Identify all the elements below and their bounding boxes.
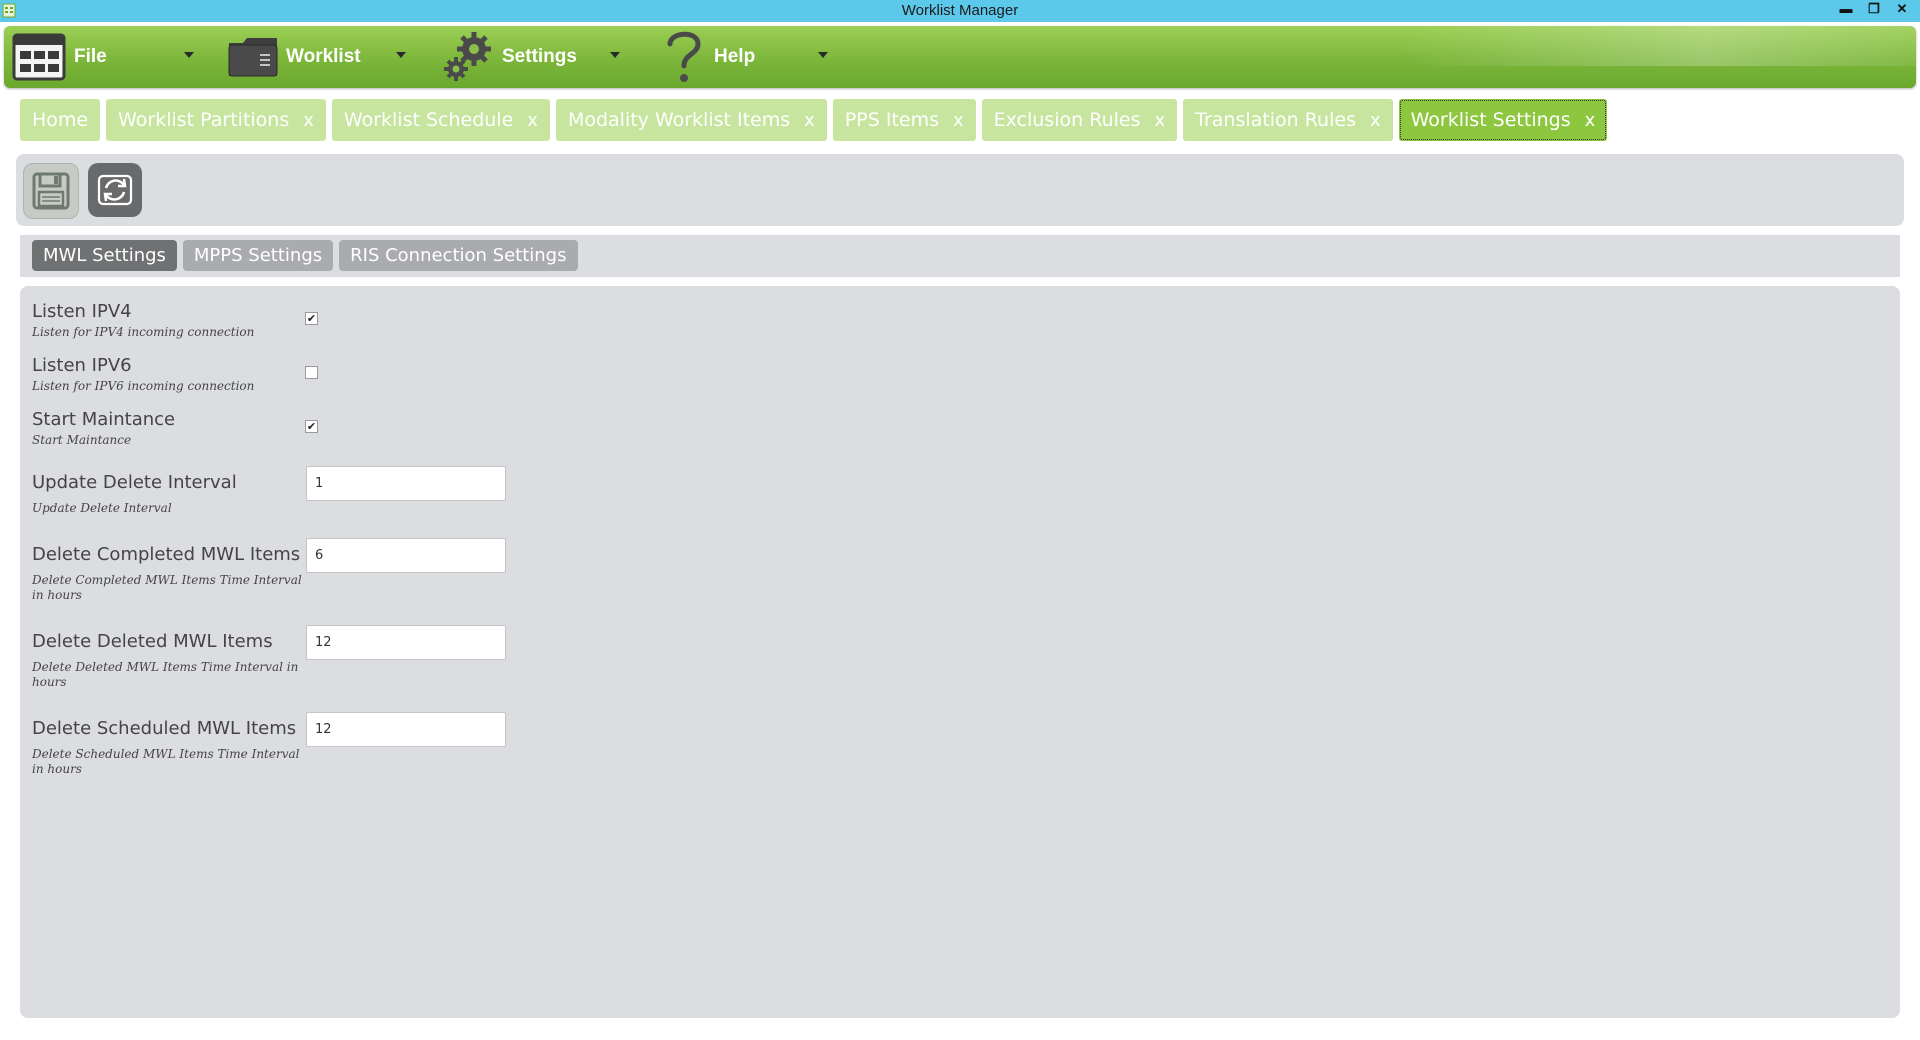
menu-settings-label: Settings: [502, 46, 577, 67]
tab-label: PPS Items: [844, 109, 939, 131]
tab-exclusion-rules[interactable]: Exclusion Rules x: [981, 99, 1178, 141]
chevron-down-icon[interactable]: [818, 52, 828, 58]
setting-start-maintance: Start Maintance Start Maintance: [32, 409, 302, 448]
tab-label: Exclusion Rules: [993, 109, 1141, 131]
close-window-button[interactable]: ✕: [1890, 0, 1914, 18]
menu-settings[interactable]: Settings: [440, 26, 620, 88]
save-icon: [32, 172, 70, 210]
setting-label: Delete Deleted MWL Items: [32, 631, 273, 652]
subtab-mpps-settings[interactable]: MPPS Settings: [182, 240, 334, 271]
tab-modality-worklist-items[interactable]: Modality Worklist Items x: [555, 99, 827, 141]
tab-label: Translation Rules: [1195, 109, 1356, 131]
worklist-folder-icon: [228, 38, 278, 77]
delete-completed-mwl-items-input[interactable]: 6: [306, 538, 506, 573]
tab-close-button[interactable]: x: [1585, 110, 1596, 131]
tab-label: Worklist Schedule: [343, 109, 514, 131]
delete-scheduled-mwl-items-input[interactable]: 12: [306, 712, 506, 747]
subtab-mwl-settings[interactable]: MWL Settings: [32, 240, 177, 271]
tab-close-button[interactable]: x: [303, 110, 314, 131]
setting-description: Start Maintance: [32, 433, 132, 447]
setting-description: Update Delete Interval: [32, 501, 172, 515]
title-bar: Worklist Manager ▬ ❐ ✕: [0, 0, 1920, 22]
listen-ipv6-checkbox[interactable]: [305, 366, 318, 379]
chevron-down-icon[interactable]: [184, 52, 194, 58]
mwl-settings-panel: Listen IPV4 Listen for IPV4 incoming con…: [20, 286, 1900, 1018]
refresh-button[interactable]: [88, 163, 142, 217]
help-question-icon: [667, 31, 701, 82]
chevron-down-icon[interactable]: [396, 52, 406, 58]
document-tabs: Home Worklist Partitions x Worklist Sched…: [20, 99, 1608, 141]
tab-label: Home: [32, 109, 89, 131]
menu-help[interactable]: Help: [660, 26, 828, 88]
menu-file-label: File: [74, 46, 107, 67]
window-title: Worklist Manager: [901, 2, 1019, 19]
setting-delete-scheduled-mwl-items: Delete Scheduled MWL Items Delete Schedu…: [32, 718, 302, 777]
setting-label: Listen IPV6: [32, 355, 132, 376]
menu-worklist[interactable]: Worklist: [226, 26, 406, 88]
menu-help-label: Help: [714, 46, 756, 67]
setting-description: Listen for IPV6 incoming connection: [32, 379, 255, 393]
refresh-icon: [97, 174, 133, 206]
setting-delete-completed-mwl-items: Delete Completed MWL Items Delete Comple…: [32, 544, 302, 603]
setting-label: Start Maintance: [32, 409, 176, 430]
restore-button[interactable]: ❐: [1862, 0, 1886, 18]
setting-description: Delete Completed MWL Items Time Interval…: [32, 573, 302, 602]
setting-label: Delete Scheduled MWL Items: [32, 718, 297, 739]
tab-worklist-schedule[interactable]: Worklist Schedule x: [331, 99, 550, 141]
tab-close-button[interactable]: x: [527, 110, 538, 131]
tab-close-button[interactable]: x: [804, 110, 815, 131]
setting-description: Listen for IPV4 incoming connection: [32, 325, 255, 339]
tab-pps-items[interactable]: PPS Items x: [832, 99, 976, 141]
toolbar: [16, 154, 1904, 226]
setting-listen-ipv6: Listen IPV6 Listen for IPV6 incoming con…: [32, 355, 302, 394]
update-delete-interval-input[interactable]: 1: [306, 466, 506, 501]
tab-close-button[interactable]: x: [1370, 110, 1381, 131]
tab-label: Modality Worklist Items: [567, 109, 791, 131]
chevron-down-icon[interactable]: [610, 52, 620, 58]
tab-worklist-partitions[interactable]: Worklist Partitions x: [106, 99, 326, 141]
setting-label: Update Delete Interval: [32, 472, 237, 493]
delete-deleted-mwl-items-input[interactable]: 12: [306, 625, 506, 660]
tab-translation-rules[interactable]: Translation Rules x: [1183, 99, 1393, 141]
setting-label: Listen IPV4: [32, 301, 132, 322]
tab-home[interactable]: Home: [20, 99, 101, 141]
setting-description: Delete Scheduled MWL Items Time Interval…: [32, 747, 300, 776]
minimize-button[interactable]: ▬: [1834, 0, 1858, 18]
settings-gears-icon: [444, 32, 491, 81]
menu-ribbon: File Worklist Settings Help: [4, 26, 1916, 88]
save-button[interactable]: [23, 163, 79, 219]
setting-delete-deleted-mwl-items: Delete Deleted MWL Items Delete Deleted …: [32, 631, 302, 690]
tab-label: Worklist Settings: [1410, 109, 1571, 131]
tab-close-button[interactable]: x: [953, 110, 964, 131]
listen-ipv4-checkbox[interactable]: ✔: [305, 312, 318, 325]
setting-description: Delete Deleted MWL Items Time Interval i…: [32, 660, 299, 689]
tab-close-button[interactable]: x: [1154, 110, 1165, 131]
setting-label: Delete Completed MWL Items: [32, 544, 301, 565]
app-icon: [2, 3, 16, 18]
file-grid-icon: [12, 33, 66, 81]
tab-label: Worklist Partitions: [118, 109, 290, 131]
setting-update-delete-interval: Update Delete Interval Update Delete Int…: [32, 472, 302, 516]
subtab-ris-connection-settings[interactable]: RIS Connection Settings: [339, 240, 578, 271]
menu-worklist-label: Worklist: [286, 46, 361, 67]
start-maintance-checkbox[interactable]: ✔: [305, 420, 318, 433]
settings-subtab-bar: MWL Settings MPPS Settings RIS Connectio…: [20, 235, 1900, 277]
menu-file[interactable]: File: [12, 26, 194, 88]
tab-worklist-settings[interactable]: Worklist Settings x: [1398, 99, 1608, 141]
setting-listen-ipv4: Listen IPV4 Listen for IPV4 incoming con…: [32, 301, 302, 340]
